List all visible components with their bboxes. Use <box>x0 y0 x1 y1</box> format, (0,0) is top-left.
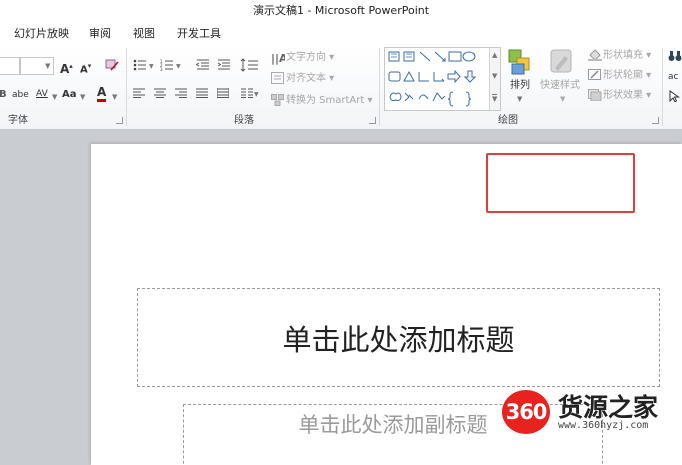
svg-text:3: 3 <box>160 67 163 71</box>
replace-icon[interactable]: ac <box>668 69 678 85</box>
smartart-icon[interactable] <box>271 94 285 106</box>
tab-review[interactable]: 审阅 <box>89 25 111 43</box>
drawing-group-label: 绘图 <box>498 115 518 126</box>
title-placeholder[interactable]: 单击此处添加标题 <box>137 288 660 387</box>
tab-view[interactable]: 视图 <box>133 25 155 43</box>
align-text-icon[interactable] <box>271 72 285 84</box>
watermark-url: www.360hyzj.com <box>558 420 649 431</box>
change-case-button[interactable]: Aa <box>62 87 77 103</box>
svg-text:▼: ▼ <box>149 63 154 70</box>
ribbon: ▼ A▴ A▾ B abe AV ▼ Aa ▼ A ▼ 字体 ▼ 123 ▼ ▼… <box>0 44 682 130</box>
decrease-indent-icon[interactable] <box>196 59 210 71</box>
watermark: 360 货源之家 www.360hyzj.com <box>502 388 682 438</box>
svg-text:▼: ▼ <box>176 63 181 70</box>
watermark-logo: 360 <box>502 390 550 434</box>
font-color-button[interactable]: A <box>97 86 107 102</box>
shapes-gallery-icons <box>388 51 477 107</box>
shape-fill-button[interactable]: 形状填充 ▾ <box>603 48 651 64</box>
align-center-icon[interactable] <box>154 88 166 98</box>
chevron-down-icon: ▼ <box>80 93 86 101</box>
chevron-down-icon: ▼ <box>52 93 58 101</box>
font-dialog-launcher-icon[interactable] <box>116 117 123 124</box>
shrink-font-button[interactable]: A▾ <box>80 58 91 75</box>
highlight-box <box>486 153 635 213</box>
chevron-down-icon: ▼ <box>517 95 523 103</box>
drawing-dialog-launcher-icon[interactable] <box>652 117 659 124</box>
select-cursor-icon[interactable] <box>668 90 682 102</box>
group-separator <box>126 48 127 126</box>
bold-button[interactable]: B <box>0 87 7 103</box>
tab-developer[interactable]: 开发工具 <box>177 25 221 43</box>
font-name-combo[interactable] <box>0 57 20 75</box>
text-direction-button[interactable]: 文字方向 ▾ <box>286 50 334 66</box>
gallery-scrollbar[interactable]: ▲ ▼ ▼ <box>489 48 500 110</box>
tab-slideshow[interactable]: 幻灯片放映 <box>14 25 69 43</box>
grow-font-button[interactable]: A▴ <box>60 58 73 76</box>
pen-outline-icon[interactable] <box>588 69 602 81</box>
font-size-combo[interactable]: ▼ <box>20 57 54 75</box>
increase-indent-icon[interactable] <box>217 59 231 71</box>
arrange-icon[interactable] <box>507 48 533 78</box>
font-group-label: 字体 <box>8 115 28 126</box>
svg-text:▼: ▼ <box>254 91 259 98</box>
paragraph-dialog-launcher-icon[interactable] <box>369 117 376 124</box>
watermark-name: 货源之家 <box>558 393 659 422</box>
line-spacing-icon[interactable] <box>240 58 260 72</box>
shape-effects-button[interactable]: 形状效果 ▾ <box>603 88 651 104</box>
align-right-icon[interactable] <box>175 88 187 98</box>
justify-icon[interactable] <box>196 88 208 98</box>
paint-bucket-icon[interactable] <box>588 49 602 61</box>
shape-outline-button[interactable]: 形状轮廓 ▾ <box>603 68 651 84</box>
paragraph-group-label: 段落 <box>234 115 254 126</box>
shape-effects-icon[interactable] <box>588 89 602 101</box>
title-placeholder-text: 单击此处添加标题 <box>282 323 515 357</box>
binoculars-icon[interactable] <box>668 50 682 62</box>
text-direction-icon[interactable]: ||A <box>271 51 285 65</box>
numbering-icon[interactable]: 123 ▼ <box>160 59 182 71</box>
distribute-icon[interactable] <box>217 88 229 98</box>
align-left-icon[interactable] <box>133 88 145 98</box>
ribbon-tabs: 幻灯片放映 审阅 视图 开发工具 <box>0 22 682 44</box>
window-title: 演示文稿1 - Microsoft PowerPoint <box>0 0 682 22</box>
convert-smartart-button[interactable]: 转换为 SmartArt ▾ <box>286 93 373 109</box>
columns-icon[interactable]: ▼ <box>241 88 259 98</box>
char-spacing-button[interactable]: AV <box>36 86 48 102</box>
chevron-down-icon: ▼ <box>560 95 566 103</box>
align-text-button[interactable]: 对齐文本 ▾ <box>286 71 334 87</box>
bullets-icon[interactable]: ▼ <box>133 59 155 71</box>
chevron-down-icon: ▼ <box>112 93 118 101</box>
group-separator <box>662 48 663 126</box>
svg-text:||A: ||A <box>271 52 285 65</box>
group-separator <box>379 48 380 126</box>
quick-styles-button[interactable]: 快速样式 <box>540 78 580 94</box>
chevron-down-icon: ▼ <box>45 62 51 70</box>
shapes-gallery[interactable] <box>384 47 501 111</box>
quick-styles-icon[interactable] <box>549 48 575 78</box>
clear-format-icon[interactable] <box>104 58 120 72</box>
text-shadow-button[interactable]: abe <box>12 87 29 103</box>
arrange-button[interactable]: 排列 <box>510 78 530 94</box>
